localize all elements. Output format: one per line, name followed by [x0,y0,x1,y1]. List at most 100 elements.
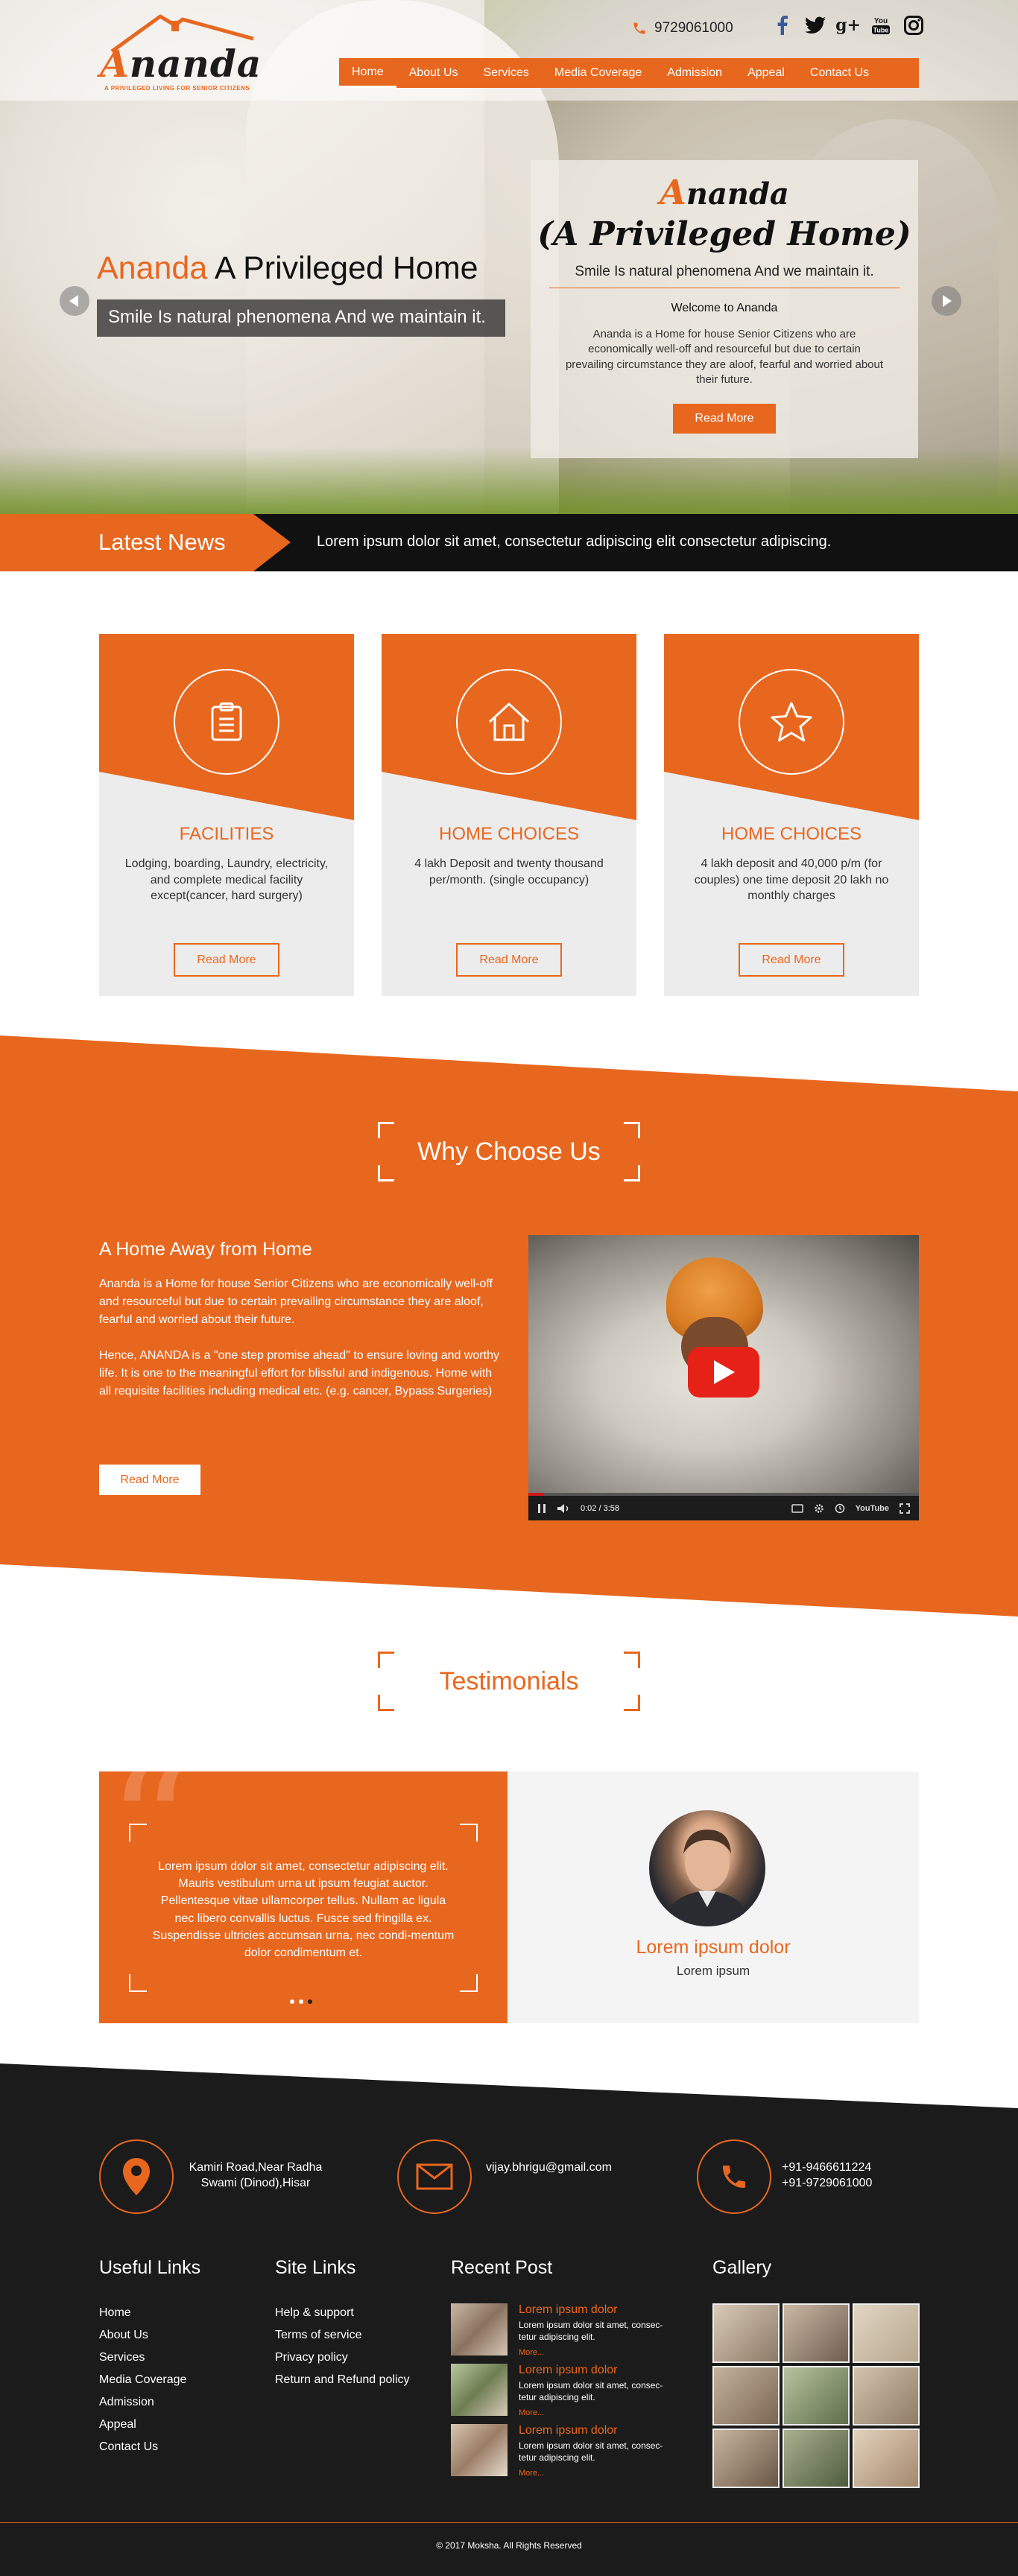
facebook-icon[interactable] [772,15,793,36]
why-paragraph-2: Hence, ANANDA is a "one step promise ahe… [99,1349,499,1398]
address-icon-circle [99,2139,174,2214]
watch-later-icon[interactable] [835,1503,845,1514]
gallery-thumbnail[interactable] [712,2429,780,2488]
service-card-home-choices-couples: HOME CHOICES 4 lakh deposit and 40,000 p… [664,634,919,996]
phone-icon [633,22,645,34]
footer-link-media-coverage[interactable]: Media Coverage [99,2369,186,2391]
recent-post-item[interactable]: Lorem ipsum dolor Lorem ipsum dolor sit … [451,2424,674,2482]
gallery-title: Gallery [712,2257,772,2278]
fullscreen-icon[interactable] [900,1503,910,1514]
service-icon-circle [174,669,279,775]
recent-post-title: Recent Post [451,2257,553,2278]
hero-welcome-card: Ananda (A Privileged Home) Smile Is natu… [531,160,918,458]
footer-link-appeal[interactable]: Appeal [99,2414,186,2436]
pause-icon[interactable] [537,1503,546,1514]
nav-home[interactable]: Home [339,58,396,88]
house-icon [488,702,530,741]
why-description: Ananda is a Home for house Senior Citize… [99,1275,502,1400]
slider-next-button[interactable] [932,286,961,316]
gallery-thumbnail[interactable] [853,2303,920,2363]
footer-link-help-support[interactable]: Help & support [275,2302,410,2324]
why-read-more-button[interactable]: Read More [99,1465,200,1495]
footer-link-services[interactable]: Services [99,2347,186,2369]
latest-news-ticker[interactable]: Lorem ipsum dolor sit amet, consectetur … [317,533,831,551]
hero-read-more-button[interactable]: Read More [673,404,776,434]
hero-card-title-line2: (A Privileged Home) [537,215,911,253]
clipboard-icon [211,702,242,741]
recent-post-more-link[interactable]: More... [519,2348,544,2357]
testimonials-heading-frame: Testimonials [378,1652,640,1711]
arrow-left-icon [69,295,78,307]
play-button[interactable] [688,1347,759,1398]
star-icon [771,702,812,742]
why-subheading: A Home Away from Home [99,1239,312,1260]
video-player[interactable]: 0:02 / 3:58 YouTube [528,1235,919,1520]
recent-post-more-link[interactable]: More... [519,2408,544,2417]
nav-services[interactable]: Services [471,58,542,88]
footer-link-admission[interactable]: Admission [99,2391,186,2414]
footer-link-home[interactable]: Home [99,2302,186,2324]
nav-contact-us[interactable]: Contact Us [797,58,882,88]
person-portrait [664,1830,750,1926]
footer-link-contact-us[interactable]: Contact Us [99,2436,186,2458]
gallery-thumbnail[interactable] [853,2429,920,2488]
recent-post-title[interactable]: Lorem ipsum dolor [519,2303,618,2317]
instagram-icon[interactable] [903,15,924,36]
gallery-thumbnail[interactable] [712,2303,780,2363]
header-phone[interactable]: 9729061000 [632,18,733,39]
why-paragraph-1: Ananda is a Home for house Senior Citize… [99,1278,493,1326]
hero-title: Ananda A Privileged Home [97,250,478,286]
recent-post-item[interactable]: Lorem ipsum dolor Lorem ipsum dolor sit … [451,2364,674,2422]
email-icon-circle [397,2139,472,2214]
youtube-logo[interactable]: YouTube [856,1504,889,1513]
video-time: 0:02 / 3:58 [581,1503,619,1513]
service-read-more-button[interactable]: Read More [739,943,844,977]
location-pin-icon [123,2158,150,2195]
pagination-dot[interactable] [299,1999,303,2004]
service-title: HOME CHOICES [721,824,861,844]
google-plus-icon[interactable]: g+ [835,15,861,36]
recent-post-more-link[interactable]: More... [519,2469,544,2478]
recent-post-thumbnail [451,2424,508,2476]
gallery-thumbnail[interactable] [783,2303,850,2363]
service-description: 4 lakh Deposit and twenty thousand per/m… [414,857,604,886]
header-phone-number: 9729061000 [654,20,733,36]
pagination-dot[interactable] [290,1999,294,2004]
captions-icon[interactable] [791,1503,803,1513]
nav-admission[interactable]: Admission [654,58,735,88]
footer-address: Kamiri Road,Near Radha Swami (Dinod),His… [189,2161,323,2189]
service-read-more-button[interactable]: Read More [174,943,279,977]
gallery-thumbnail[interactable] [783,2429,850,2488]
youtube-icon[interactable]: You Tube [870,15,891,36]
gallery-thumbnail[interactable] [853,2366,920,2426]
twitter-icon[interactable] [805,15,826,36]
footer-email[interactable]: vijay.bhrigu@gmail.com [486,2160,612,2176]
pagination-dot[interactable] [308,1999,312,2004]
nav-appeal[interactable]: Appeal [735,58,797,88]
recent-post-item[interactable]: Lorem ipsum dolor Lorem ipsum dolor sit … [451,2303,674,2361]
logo-tagline: A PRIVILEGED LIVING FOR SENIOR CITIZENS [104,85,250,92]
footer-phone-2[interactable]: +91-9729061000 [782,2176,872,2192]
footer-link-terms[interactable]: Terms of service [275,2324,410,2347]
main-nav: Home About Us Services Media Coverage Ad… [339,58,919,88]
footer-link-refund[interactable]: Return and Refund policy [275,2369,410,2391]
service-card-home-choices-single: HOME CHOICES 4 lakh Deposit and twenty t… [382,634,636,996]
gallery-thumbnail[interactable] [712,2366,780,2426]
footer-link-about-us[interactable]: About Us [99,2324,186,2347]
slider-prev-button[interactable] [60,286,89,316]
nav-media-coverage[interactable]: Media Coverage [542,58,654,88]
volume-icon[interactable] [557,1503,570,1514]
phone-icon [723,2166,745,2188]
footer-phone-1[interactable]: +91-9466611224 [782,2160,872,2176]
footer-link-privacy[interactable]: Privacy policy [275,2347,410,2369]
recent-post-title[interactable]: Lorem ipsum dolor [519,2424,618,2437]
envelope-icon [416,2163,453,2190]
service-read-more-button[interactable]: Read More [456,943,562,977]
service-description: 4 lakh deposit and 40,000 p/m (for coupl… [694,857,889,903]
gallery-thumbnail[interactable] [783,2366,850,2426]
nav-about-us[interactable]: About Us [396,58,471,88]
site-logo[interactable]: Ananda A PRIVILEGED LIVING FOR SENIOR CI… [97,10,261,92]
recent-post-title[interactable]: Lorem ipsum dolor [519,2364,618,2377]
hero-card-welcome: Welcome to Ananda [671,302,778,314]
gear-icon[interactable] [814,1503,824,1514]
